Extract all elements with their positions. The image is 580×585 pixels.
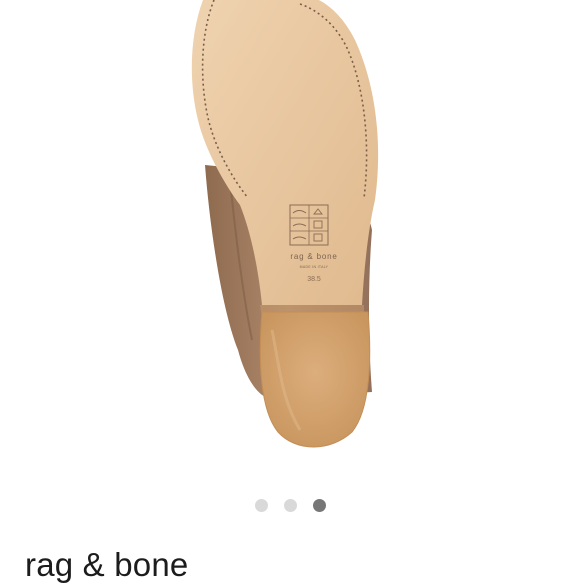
carousel-pagination (0, 497, 580, 513)
product-image[interactable]: rag & bone MADE IN ITALY 38.5 (0, 0, 580, 480)
sole-brand-text: rag & bone (290, 252, 337, 261)
carousel-dot-3-active[interactable] (312, 498, 326, 512)
carousel-dot-1[interactable] (254, 498, 268, 512)
carousel-dot-2[interactable] (283, 498, 297, 512)
sole-size-text: 38.5 (307, 276, 321, 283)
boot-sole-illustration: rag & bone MADE IN ITALY 38.5 (191, 0, 379, 448)
product-brand[interactable]: rag & bone (25, 545, 188, 585)
sole-origin-text: MADE IN ITALY (300, 265, 329, 269)
heel (259, 311, 371, 448)
